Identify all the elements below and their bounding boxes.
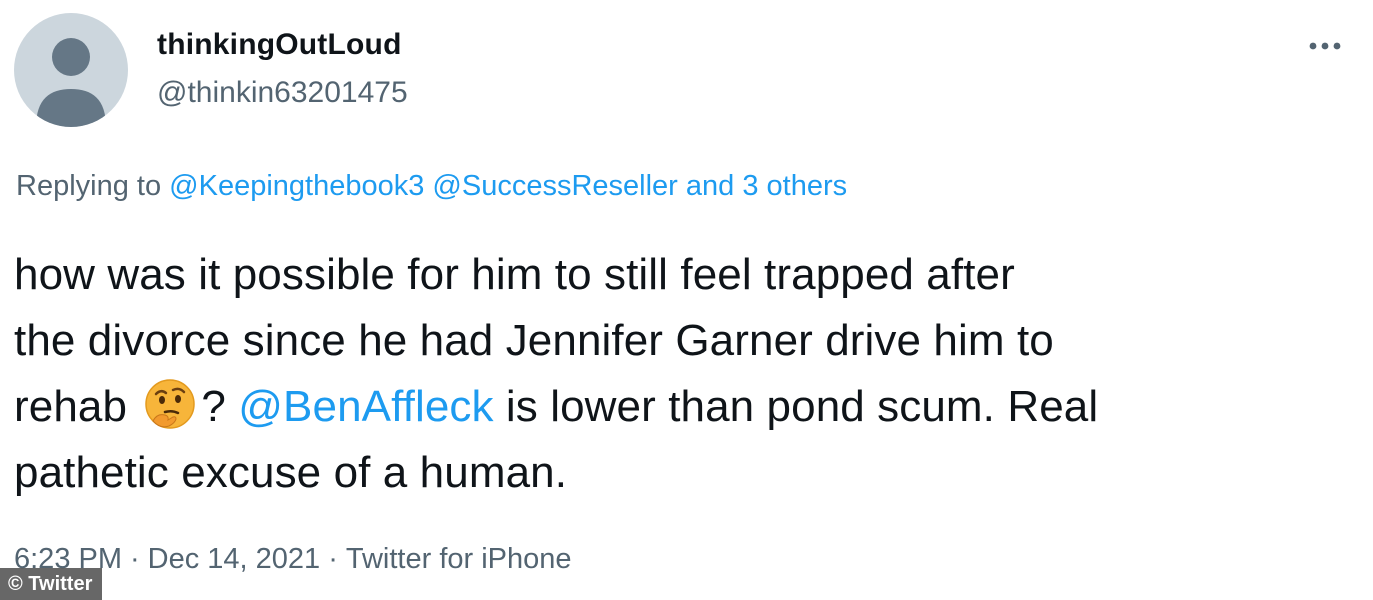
- replying-to-label: Replying to: [16, 170, 162, 202]
- tweet-line-4: pathetic excuse of a human.: [14, 448, 568, 497]
- watermark: © Twitter: [0, 568, 103, 600]
- reply-mention-keepingthebook3[interactable]: @Keepingthebook3: [169, 170, 424, 202]
- default-profile-icon: [36, 38, 106, 127]
- reply-mention-successreseller[interactable]: @SuccessReseller: [432, 170, 677, 202]
- meta-separator: ·: [130, 543, 140, 575]
- tweet-source[interactable]: Twitter for iPhone: [346, 543, 572, 575]
- meta-separator: ·: [328, 543, 338, 575]
- replying-to: Replying to @Keepingthebook3 @SuccessRes…: [16, 170, 847, 203]
- tweet-date[interactable]: Dec 14, 2021: [148, 543, 321, 575]
- tweet-line-3-question: ?: [201, 382, 226, 431]
- reply-others-link[interactable]: and 3 others: [686, 170, 847, 202]
- user-handle[interactable]: @thinkin63201475: [157, 76, 408, 110]
- mention-benaffleck[interactable]: @BenAffleck: [238, 382, 493, 431]
- tweet-line-3-end: is lower than pond scum. Real: [505, 382, 1099, 431]
- tweet-line-3: rehab ? @BenAffleck is lower than pond s…: [14, 374, 1359, 440]
- avatar[interactable]: [14, 13, 128, 127]
- more-options-icon[interactable]: [1302, 26, 1348, 62]
- tweet-card: thinkingOutLoud @thinkin63201475 Replyin…: [0, 0, 1373, 600]
- tweet-line-1: how was it possible for him to still fee…: [14, 250, 1015, 299]
- thinking-face-icon: [143, 377, 197, 431]
- tweet-text: how was it possible for him to still fee…: [14, 242, 1359, 506]
- tweet-line-3-start: rehab: [14, 382, 128, 431]
- display-name[interactable]: thinkingOutLoud: [157, 28, 402, 62]
- tweet-line-2: the divorce since he had Jennifer Garner…: [14, 316, 1054, 365]
